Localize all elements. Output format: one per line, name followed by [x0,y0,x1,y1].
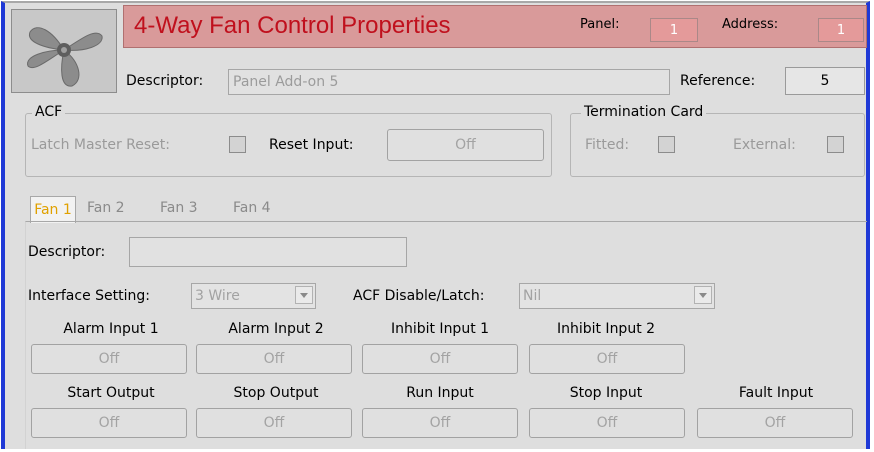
tab-fan-2[interactable]: Fan 2 [87,200,125,216]
page-title: 4-Way Fan Control Properties [134,12,451,39]
properties-window: 4-Way Fan Control Properties Panel: 1 Ad… [1,1,870,449]
fan-icon [11,9,117,93]
run-input-button[interactable]: Off [362,408,518,438]
interface-setting-label: Interface Setting: [28,288,150,304]
fitted-label: Fitted: [585,137,630,153]
acf-group: ACF Latch Master Reset: Reset Input: Off [25,104,552,177]
reset-input-label: Reset Input: [269,137,354,153]
external-label: External: [733,137,796,153]
descriptor-field[interactable]: Panel Add-on 5 [228,69,670,95]
tab-fan-1[interactable]: Fan 1 [30,196,76,223]
start-output-label: Start Output [67,385,155,401]
fault-input-button[interactable]: Off [697,408,853,438]
panel-label: Panel: [580,17,620,32]
inhibit-input-1-label: Inhibit Input 1 [390,321,490,337]
acf-disable-latch-select[interactable]: Nil [519,283,715,309]
stop-output-button[interactable]: Off [196,408,352,438]
acf-disable-latch-label: ACF Disable/Latch: [353,288,485,304]
inhibit-input-2-button[interactable]: Off [529,344,685,374]
latch-master-reset-label: Latch Master Reset: [31,137,170,153]
run-input-label: Run Input [406,385,474,401]
external-checkbox[interactable] [827,136,844,153]
termination-card-group-title: Termination Card [581,104,707,120]
alarm-input-2-button[interactable]: Off [196,344,352,374]
alarm-input-2-label: Alarm Input 2 [228,321,324,337]
chevron-down-icon[interactable] [694,286,712,304]
fitted-checkbox[interactable] [658,136,675,153]
tab-fan-4[interactable]: Fan 4 [233,200,271,216]
latch-master-reset-checkbox[interactable] [229,136,246,153]
stop-input-label: Stop Input [569,385,643,401]
interface-setting-select[interactable]: 3 Wire [191,283,316,309]
alarm-input-1-button[interactable]: Off [31,344,187,374]
chevron-down-icon[interactable] [295,286,313,304]
title-bar: 4-Way Fan Control Properties Panel: 1 Ad… [123,5,867,48]
address-label: Address: [722,17,779,32]
inhibit-input-2-label: Inhibit Input 2 [556,321,656,337]
fan-descriptor-label: Descriptor: [28,244,106,260]
descriptor-label: Descriptor: [126,73,204,89]
termination-card-group: Termination Card Fitted: External: [570,104,865,177]
alarm-input-1-label: Alarm Input 1 [63,321,159,337]
panel-number-field[interactable]: 1 [650,18,698,42]
fan-descriptor-field[interactable] [129,237,407,267]
inhibit-input-1-button[interactable]: Off [362,344,518,374]
address-number-field[interactable]: 1 [818,18,864,42]
tab-fan-3[interactable]: Fan 3 [160,200,198,216]
acf-group-title: ACF [32,104,66,120]
start-output-button[interactable]: Off [31,408,187,438]
stop-input-button[interactable]: Off [529,408,685,438]
reference-label: Reference: [680,73,756,89]
acf-disable-latch-value: Nil [523,288,542,304]
fault-input-label: Fault Input [738,385,814,401]
reset-input-button[interactable]: Off [387,129,544,161]
interface-setting-value: 3 Wire [195,288,240,304]
stop-output-label: Stop Output [233,385,319,401]
reference-field[interactable]: 5 [785,67,865,95]
